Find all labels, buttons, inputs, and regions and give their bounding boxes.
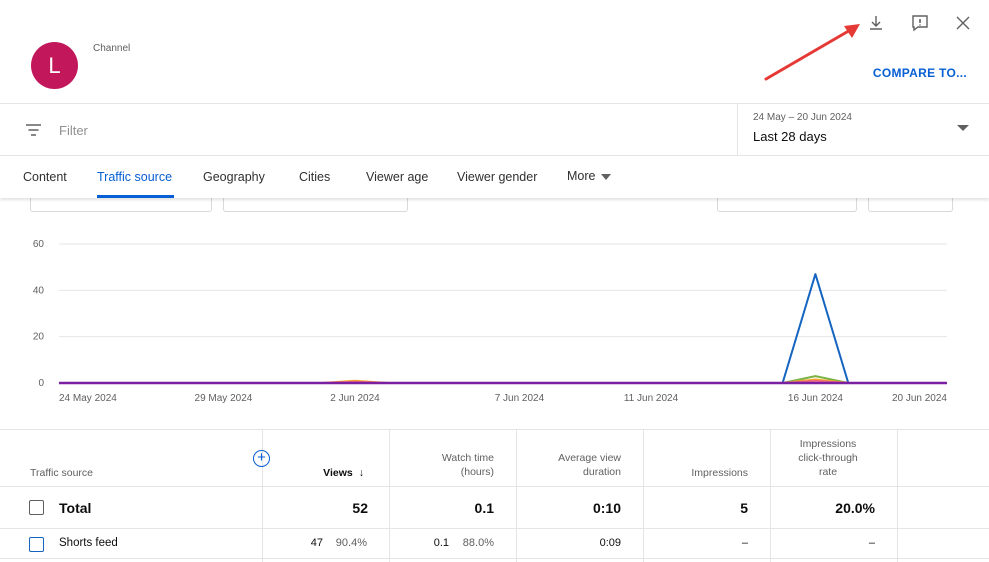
- x-tick-label: 11 Jun 2024: [624, 393, 679, 404]
- add-column-icon[interactable]: +: [253, 450, 270, 467]
- tab-cities[interactable]: Cities: [299, 170, 330, 184]
- row-label: Shorts feed: [59, 537, 118, 549]
- col-ctr[interactable]: Impressions click-through rate: [781, 437, 875, 479]
- dimension-tabs: Content Traffic source Geography Cities …: [0, 156, 989, 198]
- annotation-arrow-icon: [764, 24, 860, 81]
- caret-down-icon: [601, 173, 612, 180]
- x-tick-label: 7 Jun 2024: [495, 393, 545, 404]
- table-header: Traffic source + Views ↓ Watch time (hour…: [0, 430, 989, 487]
- row-views-pct: 90.4%: [335, 537, 367, 549]
- sort-down-icon: ↓: [358, 467, 364, 479]
- y-tick-label: 0: [38, 378, 44, 389]
- tab-content[interactable]: Content: [23, 170, 67, 184]
- dropdown-partial[interactable]: [30, 198, 212, 212]
- col-avg-view-duration[interactable]: Average view duration: [527, 451, 621, 479]
- tab-geography[interactable]: Geography: [203, 170, 265, 184]
- tab-viewer-age[interactable]: Viewer age: [366, 170, 428, 184]
- tab-more-label: More: [567, 169, 596, 183]
- row-checkbox[interactable]: [29, 537, 44, 552]
- feedback-icon[interactable]: [910, 13, 930, 33]
- table-row[interactable]: Shorts feed 47 90.4% 0.1 88.0% 0:09 – –: [0, 529, 989, 559]
- total-label: Total: [59, 500, 92, 516]
- filter-bar: Filter 24 May – 20 Jun 2024 Last 28 days: [0, 104, 989, 156]
- channel-label: Channel: [93, 43, 131, 54]
- col-impressions[interactable]: Impressions: [654, 466, 748, 480]
- col-views-label: Views: [323, 467, 353, 479]
- total-views: 52: [352, 500, 368, 516]
- chevron-down-icon: [957, 125, 969, 131]
- tab-viewer-gender[interactable]: Viewer gender: [457, 170, 537, 184]
- total-avd: 0:10: [592, 500, 621, 516]
- tab-traffic-source[interactable]: Traffic source: [97, 170, 172, 184]
- x-tick-label: 29 May 2024: [195, 393, 253, 404]
- close-icon[interactable]: [953, 13, 973, 33]
- col-views[interactable]: Views ↓: [290, 466, 364, 480]
- total-impressions: 5: [740, 500, 748, 516]
- table-total-row: Total 52 0.1 0:10 5 20.0%: [0, 487, 989, 529]
- avatar[interactable]: L: [31, 42, 78, 89]
- col-avd-line2: duration: [583, 466, 621, 478]
- x-tick-label: 24 May 2024: [59, 393, 117, 404]
- dropdown-partial[interactable]: [717, 198, 857, 212]
- compare-to-button[interactable]: COMPARE TO...: [873, 66, 967, 80]
- row-watch-time-pct: 88.0%: [462, 537, 494, 549]
- col-ctr-line2: click-through: [798, 452, 858, 464]
- x-tick-label: 20 Jun 2024: [892, 393, 947, 404]
- total-watch-time: 0.1: [474, 500, 494, 516]
- active-tab-indicator: [97, 195, 174, 198]
- row-avd: 0:09: [599, 537, 621, 549]
- col-ctr-line3: rate: [818, 466, 838, 478]
- row-views: 47: [310, 537, 323, 549]
- col-watch-time[interactable]: Watch time (hours): [400, 451, 494, 479]
- col-ctr-line1: Impressions: [799, 438, 857, 450]
- col-watch-time-line1: Watch time: [441, 452, 494, 464]
- traffic-line-chart: 0 20 40 60 24 May 2024 29 May 2024 2 Jun 2024 7…: [33, 239, 948, 404]
- dropdown-partial[interactable]: [223, 198, 408, 212]
- report-header: L Channel COMPARE TO...: [0, 0, 989, 104]
- x-tick-label: 16 Jun 2024: [788, 393, 843, 404]
- row-ctr: –: [868, 537, 875, 549]
- date-range-text: 24 May – 20 Jun 2024: [753, 112, 852, 123]
- x-tick-label: 2 Jun 2024: [330, 393, 380, 404]
- filter-icon[interactable]: [25, 122, 42, 138]
- date-range-selector[interactable]: 24 May – 20 Jun 2024 Last 28 days: [737, 104, 989, 156]
- y-tick-label: 20: [33, 332, 45, 343]
- row-impressions: –: [741, 537, 748, 549]
- y-tick-label: 40: [33, 285, 45, 296]
- date-period-text: Last 28 days: [753, 129, 827, 144]
- total-checkbox[interactable]: [29, 500, 44, 515]
- col-traffic-source[interactable]: Traffic source: [30, 466, 93, 480]
- col-watch-time-line2: (hours): [460, 466, 494, 478]
- tab-more[interactable]: More: [567, 169, 612, 183]
- col-avd-line1: Average view: [558, 452, 621, 464]
- filter-input[interactable]: Filter: [59, 123, 88, 138]
- row-watch-time: 0.1: [433, 537, 449, 549]
- dropdown-partial[interactable]: [868, 198, 953, 212]
- traffic-source-table: Traffic source + Views ↓ Watch time (hour…: [0, 429, 989, 562]
- total-ctr: 20.0%: [835, 500, 875, 516]
- y-tick-label: 60: [33, 239, 45, 250]
